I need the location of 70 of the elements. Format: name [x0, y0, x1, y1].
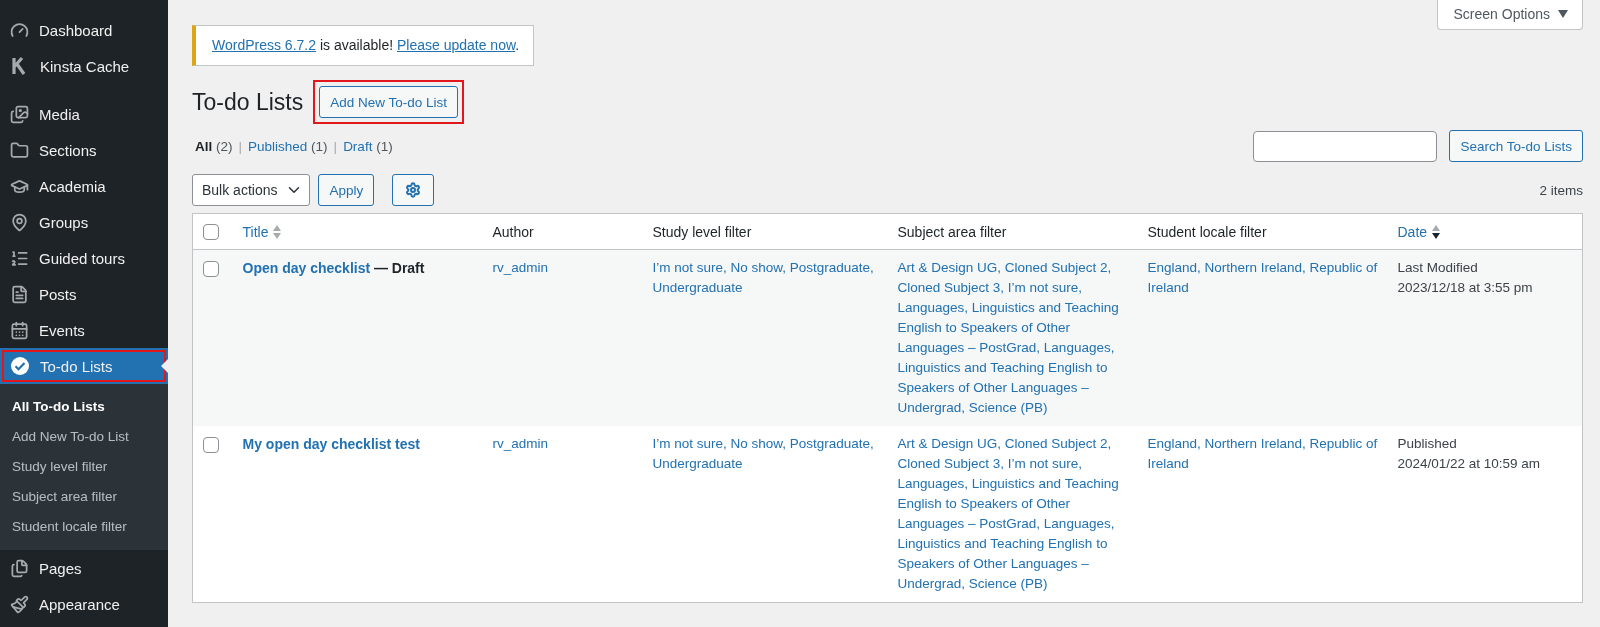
- column-header: Subject area filter: [897, 223, 1007, 240]
- images-icon: [10, 104, 29, 124]
- column-header: Study level filter: [652, 223, 752, 240]
- menu-item[interactable]: Events: [0, 312, 168, 348]
- term-links[interactable]: rv_admin: [492, 258, 633, 279]
- submenu-item[interactable]: Student locale filter: [0, 512, 168, 542]
- items-count: 2 items: [1539, 182, 1583, 198]
- term-links[interactable]: rv_admin: [492, 434, 633, 455]
- column-header-link[interactable]: Title: [242, 223, 283, 240]
- view-filter-link[interactable]: All (2): [195, 138, 233, 154]
- search-field[interactable]: [1253, 130, 1438, 162]
- row-checkbox[interactable]: [203, 260, 219, 277]
- menu-item[interactable]: Groups: [0, 204, 168, 240]
- date-value: 2024/01/22 at 10:59 am: [1397, 455, 1542, 474]
- column-header: Author: [492, 223, 534, 240]
- settings-icon: [405, 182, 422, 198]
- submenu-item[interactable]: Study level filter: [0, 452, 168, 482]
- row-title-link[interactable]: Open day checklist: [242, 260, 371, 277]
- view-separator: |: [238, 138, 243, 154]
- menu-item[interactable]: Posts: [0, 276, 168, 312]
- menu-item[interactable]: Dashboard: [0, 12, 168, 48]
- menu-item[interactable]: Guided tours: [0, 240, 168, 276]
- column-header: Student locale filter: [1147, 223, 1267, 240]
- submenu-item[interactable]: Add New To-do List: [0, 422, 168, 452]
- date-status: Published: [1397, 435, 1458, 454]
- paintbrush-icon: [10, 594, 29, 614]
- notice-link[interactable]: WordPress 6.7.2: [212, 37, 316, 53]
- view-filter-link[interactable]: Published (1): [248, 138, 328, 154]
- row-title-link[interactable]: My open day checklist test: [242, 436, 420, 453]
- add-new-button[interactable]: Add New To-do List: [319, 86, 459, 118]
- menu-item[interactable]: To-do Lists: [0, 348, 168, 384]
- map-pin-icon: [10, 212, 29, 232]
- term-links[interactable]: Art & Design UG, Cloned Subject 2, Cloned Subject 3, I’m not sure, Languages, Linguistics and Teaching English to Speakers of Other Languages – PostGrad, Languages, Linguistics and Teaching English to Speakers of Other Languages – Undergrad, Science (PB): [897, 258, 1128, 419]
- date-value: 2023/12/18 at 3:55 pm: [1397, 279, 1534, 298]
- check-circle-icon: [10, 356, 30, 376]
- menu-item[interactable]: Sections: [0, 132, 168, 168]
- update-notice: WordPress 6.7.2 is available! Please update now.: [192, 25, 535, 66]
- screen-options-button[interactable]: Screen Options: [1436, 0, 1583, 30]
- date-status: Last Modified: [1397, 259, 1479, 278]
- select-all-checkbox[interactable]: [203, 224, 219, 241]
- menu-item[interactable]: Pages: [0, 550, 168, 586]
- term-links[interactable]: England, Northern Ireland, Republic of Ireland: [1147, 434, 1378, 475]
- term-links[interactable]: I’m not sure, No show, Postgraduate, Undergraduate: [652, 434, 878, 475]
- menu-item[interactable]: Academia: [0, 168, 168, 204]
- gauge-icon: [10, 20, 29, 40]
- folder-icon: [10, 140, 29, 160]
- submenu-item[interactable]: Subject area filter: [0, 482, 168, 512]
- menu-item[interactable]: Kinsta Cache: [0, 48, 168, 84]
- document-icon: [10, 284, 29, 304]
- term-links[interactable]: England, Northern Ireland, Republic of Ireland: [1147, 258, 1378, 299]
- settings-button[interactable]: [392, 174, 435, 206]
- submenu-item[interactable]: All To-do Lists: [0, 392, 168, 422]
- caret-icon: [1558, 10, 1568, 18]
- bulk-actions-dropdown[interactable]: Bulk actions: [192, 174, 311, 206]
- menu-pointer: [161, 359, 168, 373]
- page-title: To-do Lists: [192, 88, 304, 116]
- term-links[interactable]: Art & Design UG, Cloned Subject 2, Cloned Subject 3, I’m not sure, Languages, Linguistics and Teaching English to Speakers of Other Languages – PostGrad, Languages, Linguistics and Teaching English to Speakers of Other Languages – Undergrad, Science (PB): [897, 434, 1128, 595]
- view-separator: |: [333, 138, 338, 154]
- search-button[interactable]: Search To-do Lists: [1449, 130, 1583, 162]
- apply-button[interactable]: Apply: [318, 174, 375, 206]
- view-filter-link[interactable]: Draft (1): [343, 138, 393, 154]
- menu-item[interactable]: Media: [0, 96, 168, 132]
- term-links[interactable]: I’m not sure, No show, Postgraduate, Undergraduate: [652, 258, 878, 299]
- menu-item[interactable]: Appearance: [0, 586, 168, 622]
- column-header-link[interactable]: Date: [1397, 223, 1442, 240]
- post-state: — Draft: [373, 260, 425, 277]
- calendar-icon: [10, 320, 29, 340]
- pages-icon: [10, 558, 29, 578]
- row-checkbox[interactable]: [203, 436, 219, 453]
- numbered-list-icon: [10, 248, 29, 268]
